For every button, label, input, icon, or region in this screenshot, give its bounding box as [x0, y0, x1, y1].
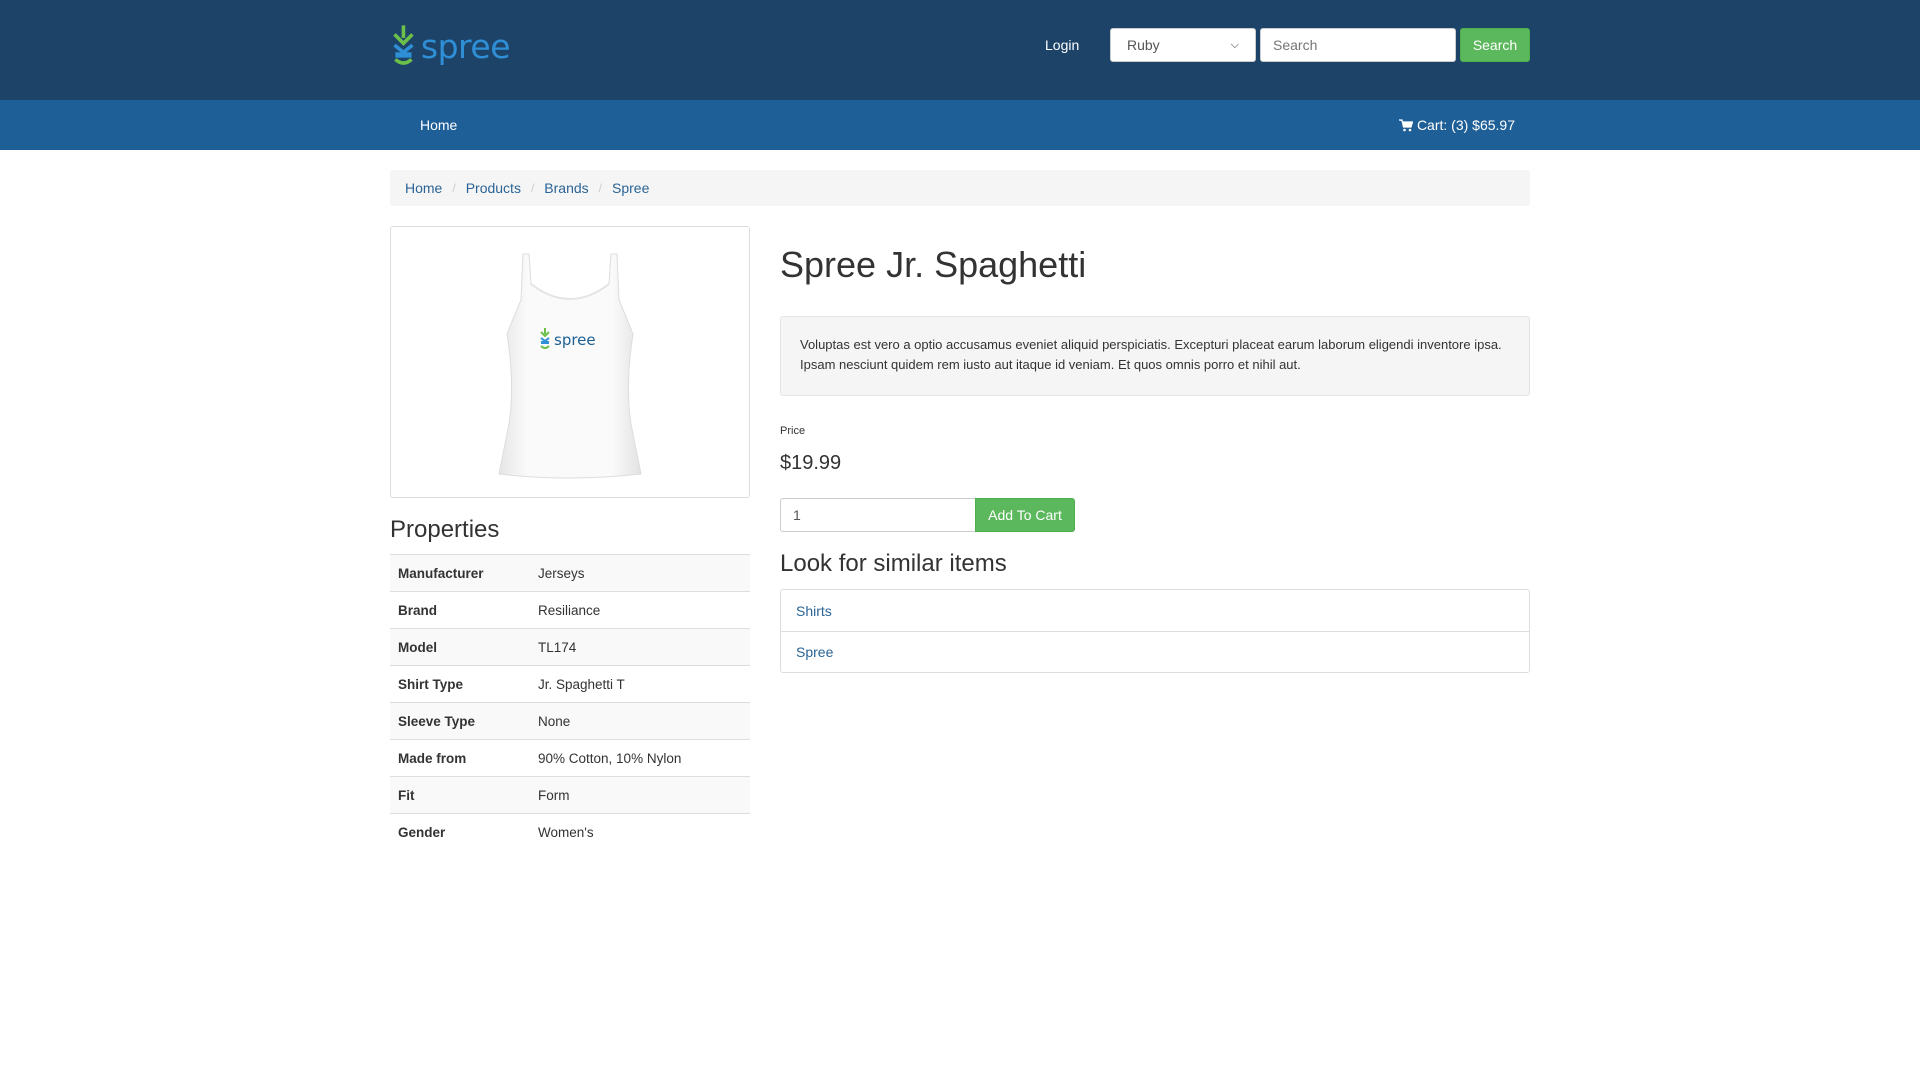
property-value: 90% Cotton, 10% Nylon — [530, 739, 750, 777]
property-key: Fit — [390, 776, 530, 814]
price-value: $19.99 — [780, 452, 842, 474]
table-row: Gender Women's — [390, 813, 750, 851]
tank-top-image: spree — [498, 253, 642, 479]
property-key: Brand — [390, 591, 530, 629]
product-image[interactable]: spree — [390, 226, 750, 498]
quantity-input[interactable]: 1 — [780, 498, 976, 532]
chevron-down-icon: ⌵ — [1230, 38, 1239, 51]
breadcrumb-separator: / — [598, 181, 602, 195]
cart-link[interactable]: Cart: (3) $65.97 — [1398, 116, 1515, 134]
breadcrumb-brands[interactable]: Brands — [544, 180, 588, 196]
spree-logo[interactable]: spree — [390, 21, 511, 71]
property-value: TL174 — [530, 628, 750, 666]
property-value: Jr. Spaghetti T — [530, 665, 750, 703]
spree-logo-icon — [393, 25, 414, 65]
table-row: Shirt Type Jr. Spaghetti T — [390, 665, 750, 703]
table-row: Brand Resiliance — [390, 591, 750, 629]
cart-summary: Cart: (3) $65.97 — [1416, 117, 1515, 133]
properties-title: Properties — [390, 516, 500, 543]
product-title: Spree Jr. Spaghetti — [780, 244, 1087, 285]
property-value: Form — [530, 776, 750, 814]
shopping-cart-icon — [1398, 118, 1413, 131]
table-row: Manufacturer Jerseys — [390, 554, 750, 592]
search-button[interactable]: Search — [1460, 28, 1530, 62]
nav-home-link[interactable]: Home — [420, 116, 457, 134]
currency-selected-value: Ruby — [1127, 37, 1160, 53]
property-key: Model — [390, 628, 530, 666]
similar-items-list: Shirts Spree — [780, 589, 1530, 673]
breadcrumb: Home / Products / Brands / Spree — [390, 170, 1530, 206]
table-row: Fit Form — [390, 776, 750, 814]
table-row: Made from 90% Cotton, 10% Nylon — [390, 739, 750, 777]
property-value: None — [530, 702, 750, 740]
property-value: Women's — [530, 813, 750, 851]
property-key: Manufacturer — [390, 554, 530, 592]
property-key: Shirt Type — [390, 665, 530, 703]
shirt-logo-text: spree — [554, 331, 596, 349]
breadcrumb-spree[interactable]: Spree — [612, 180, 649, 196]
add-to-cart-button[interactable]: Add To Cart — [975, 498, 1075, 532]
table-row: Model TL174 — [390, 628, 750, 666]
table-row: Sleeve Type None — [390, 702, 750, 740]
similar-items-title: Look for similar items — [780, 550, 1007, 577]
breadcrumb-separator: / — [530, 181, 535, 195]
property-value: Jerseys — [530, 554, 750, 592]
similar-item-shirts[interactable]: Shirts — [781, 590, 1529, 631]
main-nav: Home Cart: (3) $65.97 — [0, 100, 1920, 150]
property-key: Made from — [390, 739, 530, 777]
breadcrumb-products[interactable]: Products — [466, 180, 521, 196]
currency-select[interactable]: Ruby ⌵ — [1110, 28, 1256, 62]
property-key: Gender — [390, 813, 530, 851]
logo-text: spree — [420, 26, 511, 66]
product-description: Voluptas est vero a optio accusamus even… — [780, 316, 1530, 396]
property-value: Resiliance — [530, 591, 750, 629]
search-input[interactable] — [1260, 28, 1456, 62]
login-link[interactable]: Login — [1045, 36, 1079, 54]
breadcrumb-home[interactable]: Home — [405, 180, 442, 196]
price-label: Price — [780, 425, 806, 437]
property-key: Sleeve Type — [390, 702, 530, 740]
breadcrumb-separator: / — [452, 181, 456, 195]
quantity-value: 1 — [793, 507, 801, 523]
similar-item-spree[interactable]: Spree — [781, 631, 1529, 672]
properties-table: Manufacturer Jerseys Brand Resiliance Mo… — [390, 554, 750, 851]
site-header: spree Login Ruby ⌵ Search — [0, 0, 1920, 100]
